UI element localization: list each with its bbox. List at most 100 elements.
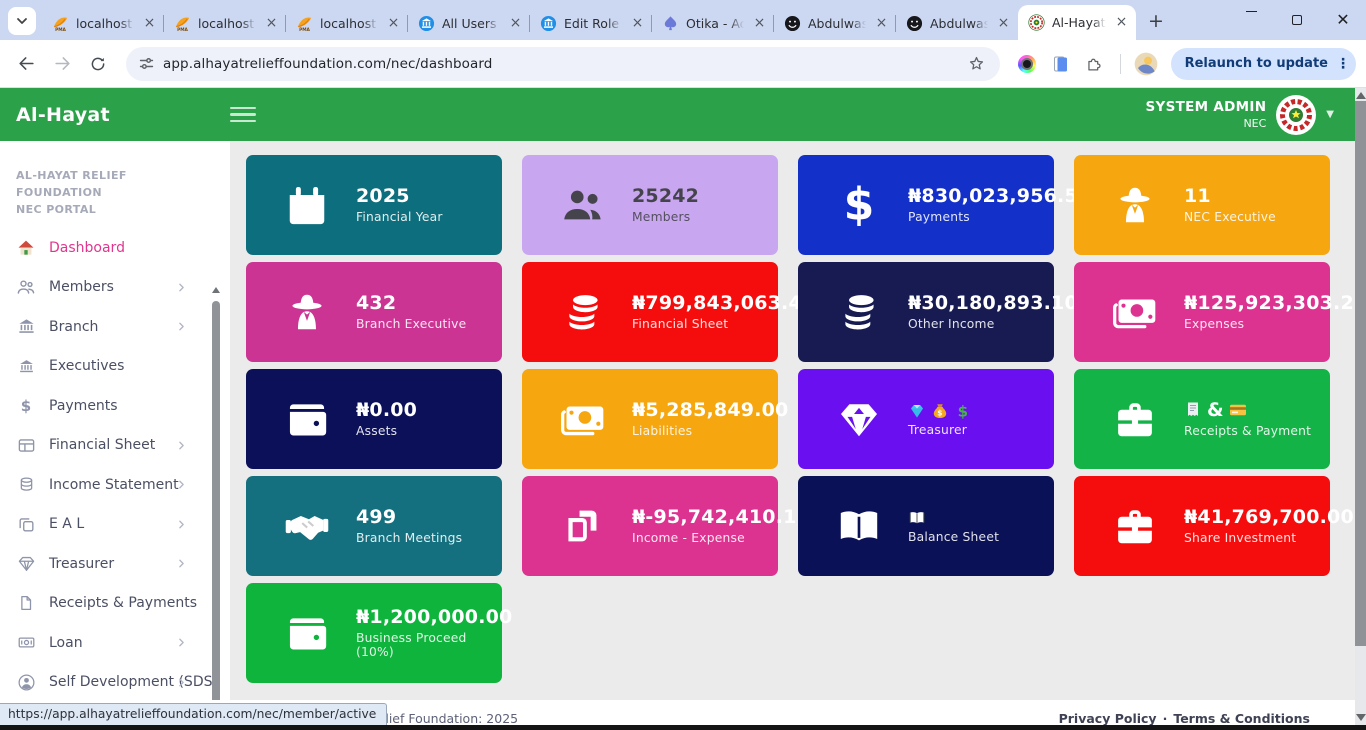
user-menu-caret-icon[interactable]: ▼ <box>1326 109 1334 120</box>
card-financial-sheet[interactable]: ₦799,843,063.47Financial Sheet <box>522 262 778 362</box>
card-value: ₦125,923,303.21 <box>1184 293 1330 314</box>
extension-page-button[interactable] <box>1046 49 1076 79</box>
card-share-investment[interactable]: ₦41,769,700.00Share Investment <box>1074 476 1330 576</box>
card-nec-executive[interactable]: 11NEC Executive <box>1074 155 1330 255</box>
sidebar-item-members[interactable]: Members <box>0 268 230 308</box>
sidebar-item-loan[interactable]: Loan <box>0 623 230 663</box>
tab-abdulwas-2[interactable]: Abdulwas× <box>896 6 1018 40</box>
user-avatar[interactable] <box>1276 95 1316 135</box>
tab-all-users[interactable]: All Users× <box>408 6 530 40</box>
tab-otika[interactable]: Otika - Ac× <box>652 6 774 40</box>
tab-close-icon[interactable]: × <box>141 15 158 32</box>
forward-button[interactable] <box>46 48 78 80</box>
app-brand[interactable]: Al-Hayat <box>16 104 216 126</box>
card-label: Treasurer <box>908 423 972 437</box>
bank-favicon <box>418 15 435 32</box>
tab-close-icon[interactable]: × <box>507 15 524 32</box>
tab-localhost-3[interactable]: localhost× <box>286 6 408 40</box>
calendar-icon <box>284 182 330 228</box>
sidebar-item-executives[interactable]: Executives <box>0 347 230 387</box>
tab-edit-role[interactable]: Edit Role× <box>530 6 652 40</box>
chevron-right-icon <box>175 518 188 531</box>
tab-close-icon[interactable]: × <box>995 15 1012 32</box>
page-scrollbar[interactable] <box>1355 88 1366 725</box>
back-icon <box>17 54 36 73</box>
card-payments[interactable]: ₦830,023,956.57Payments <box>798 155 1054 255</box>
chevron-right-icon <box>175 281 188 294</box>
scroll-up-icon[interactable] <box>1356 92 1366 99</box>
footer-links: Privacy Policy · Terms & Conditions <box>1059 711 1310 726</box>
site-settings-icon[interactable] <box>138 55 155 72</box>
card-branch-meetings[interactable]: 499Branch Meetings <box>246 476 502 576</box>
page-scrollbar-thumb[interactable] <box>1355 101 1366 646</box>
close-button[interactable]: ✕ <box>1320 0 1366 40</box>
sidebar-scrollbar-thumb[interactable] <box>212 301 220 700</box>
card-branch-executive[interactable]: 432Branch Executive <box>246 262 502 362</box>
sidebar-item-dashboard[interactable]: Dashboard <box>0 228 230 268</box>
sidebar-item-label: Executives <box>49 358 124 374</box>
sidebar-item-treasurer[interactable]: Treasurer <box>0 544 230 584</box>
card-balance-sheet[interactable]: Balance Sheet <box>798 476 1054 576</box>
chevron-right-icon <box>175 636 188 649</box>
relaunch-to-update-button[interactable]: Relaunch to update <box>1171 48 1356 80</box>
card-liabilities[interactable]: ₦5,285,849.00Liabilities <box>522 369 778 469</box>
sidebar-item-payments[interactable]: $Payments <box>0 386 230 426</box>
tab-localhost-1[interactable]: localhost× <box>42 6 164 40</box>
reload-button[interactable] <box>82 48 114 80</box>
terms-conditions-link[interactable]: Terms & Conditions <box>1173 711 1310 726</box>
back-button[interactable] <box>10 48 42 80</box>
new-tab-button[interactable]: + <box>1142 7 1170 35</box>
footer-link-separator: · <box>1163 711 1168 726</box>
card-income-expense[interactable]: ₦-95,742,410.11Income - Expense <box>522 476 778 576</box>
tab-search-button[interactable] <box>8 7 36 35</box>
tab-localhost-2[interactable]: localhost× <box>164 6 286 40</box>
sidebar-item-branch[interactable]: Branch <box>0 307 230 347</box>
phpmyadmin-icon <box>52 15 69 32</box>
card-treasurer[interactable]: Treasurer <box>798 369 1054 469</box>
browser-menu-icon[interactable] <box>1334 56 1352 72</box>
card-business-proceed[interactable]: ₦1,200,000.00Business Proceed (10%) <box>246 583 502 683</box>
tab-close-icon[interactable]: × <box>873 15 890 32</box>
tab-close-icon[interactable]: × <box>385 15 402 32</box>
card-label: Expenses <box>1184 317 1330 331</box>
card-assets[interactable]: ₦0.00Assets <box>246 369 502 469</box>
card-value-icons: & <box>1184 400 1311 421</box>
tab-abdulwas-1[interactable]: Abdulwas× <box>774 6 896 40</box>
taskbar-edge <box>0 725 1366 730</box>
card-receipts-payment[interactable]: & Receipts & Payment <box>1074 369 1330 469</box>
card-label: Financial Sheet <box>632 317 778 331</box>
sidebar-item-self-development[interactable]: Self Development (SDS) <box>0 663 230 700</box>
extensions-button[interactable] <box>1080 49 1110 79</box>
sidebar-item-eal[interactable]: E A L <box>0 505 230 545</box>
maximize-button[interactable] <box>1274 0 1320 40</box>
sidebar-item-financial-sheet[interactable]: Financial Sheet <box>0 426 230 466</box>
header-user-area[interactable]: SYSTEM ADMIN NEC ▼ <box>1146 95 1335 135</box>
sidebar-item-income-statement[interactable]: Income Statement <box>0 465 230 505</box>
profile-button[interactable] <box>1131 49 1161 79</box>
bookmark-button[interactable] <box>962 49 992 79</box>
tab-close-icon[interactable]: × <box>263 15 280 32</box>
card-expenses[interactable]: ₦125,923,303.21 Expenses <box>1074 262 1330 362</box>
tab-close-icon[interactable]: × <box>1113 14 1130 31</box>
dashboard-main: 2025Financial Year 25242Members ₦830,023… <box>230 141 1355 700</box>
chevron-right-icon <box>175 557 188 570</box>
tab-al-hayat-active[interactable]: Al-Hayat× <box>1018 5 1136 40</box>
tab-close-icon[interactable]: × <box>751 15 768 32</box>
privacy-policy-link[interactable]: Privacy Policy <box>1059 711 1157 726</box>
copy-icon <box>16 514 36 534</box>
card-members[interactable]: 25242Members <box>522 155 778 255</box>
minimize-button[interactable] <box>1228 0 1274 40</box>
sidebar-scrollbar[interactable] <box>212 287 220 700</box>
card-financial-year[interactable]: 2025Financial Year <box>246 155 502 255</box>
card-other-income[interactable]: ₦30,180,893.10Other Income <box>798 262 1054 362</box>
extension-lens-button[interactable] <box>1012 49 1042 79</box>
hamburger-menu-icon[interactable] <box>230 107 256 123</box>
card-value: ₦0.00 <box>356 400 417 421</box>
sidebar-item-label: Self Development (SDS) <box>49 674 218 690</box>
scroll-down-icon[interactable] <box>1356 714 1366 721</box>
sidebar-item-receipts-payments[interactable]: Receipts & Payments <box>0 584 230 624</box>
url-text[interactable]: app.alhayatrelieffoundation.com/nec/dash… <box>163 56 962 72</box>
scroll-up-icon[interactable] <box>212 287 220 293</box>
tab-close-icon[interactable]: × <box>629 15 646 32</box>
address-bar[interactable]: app.alhayatrelieffoundation.com/nec/dash… <box>126 47 1000 81</box>
